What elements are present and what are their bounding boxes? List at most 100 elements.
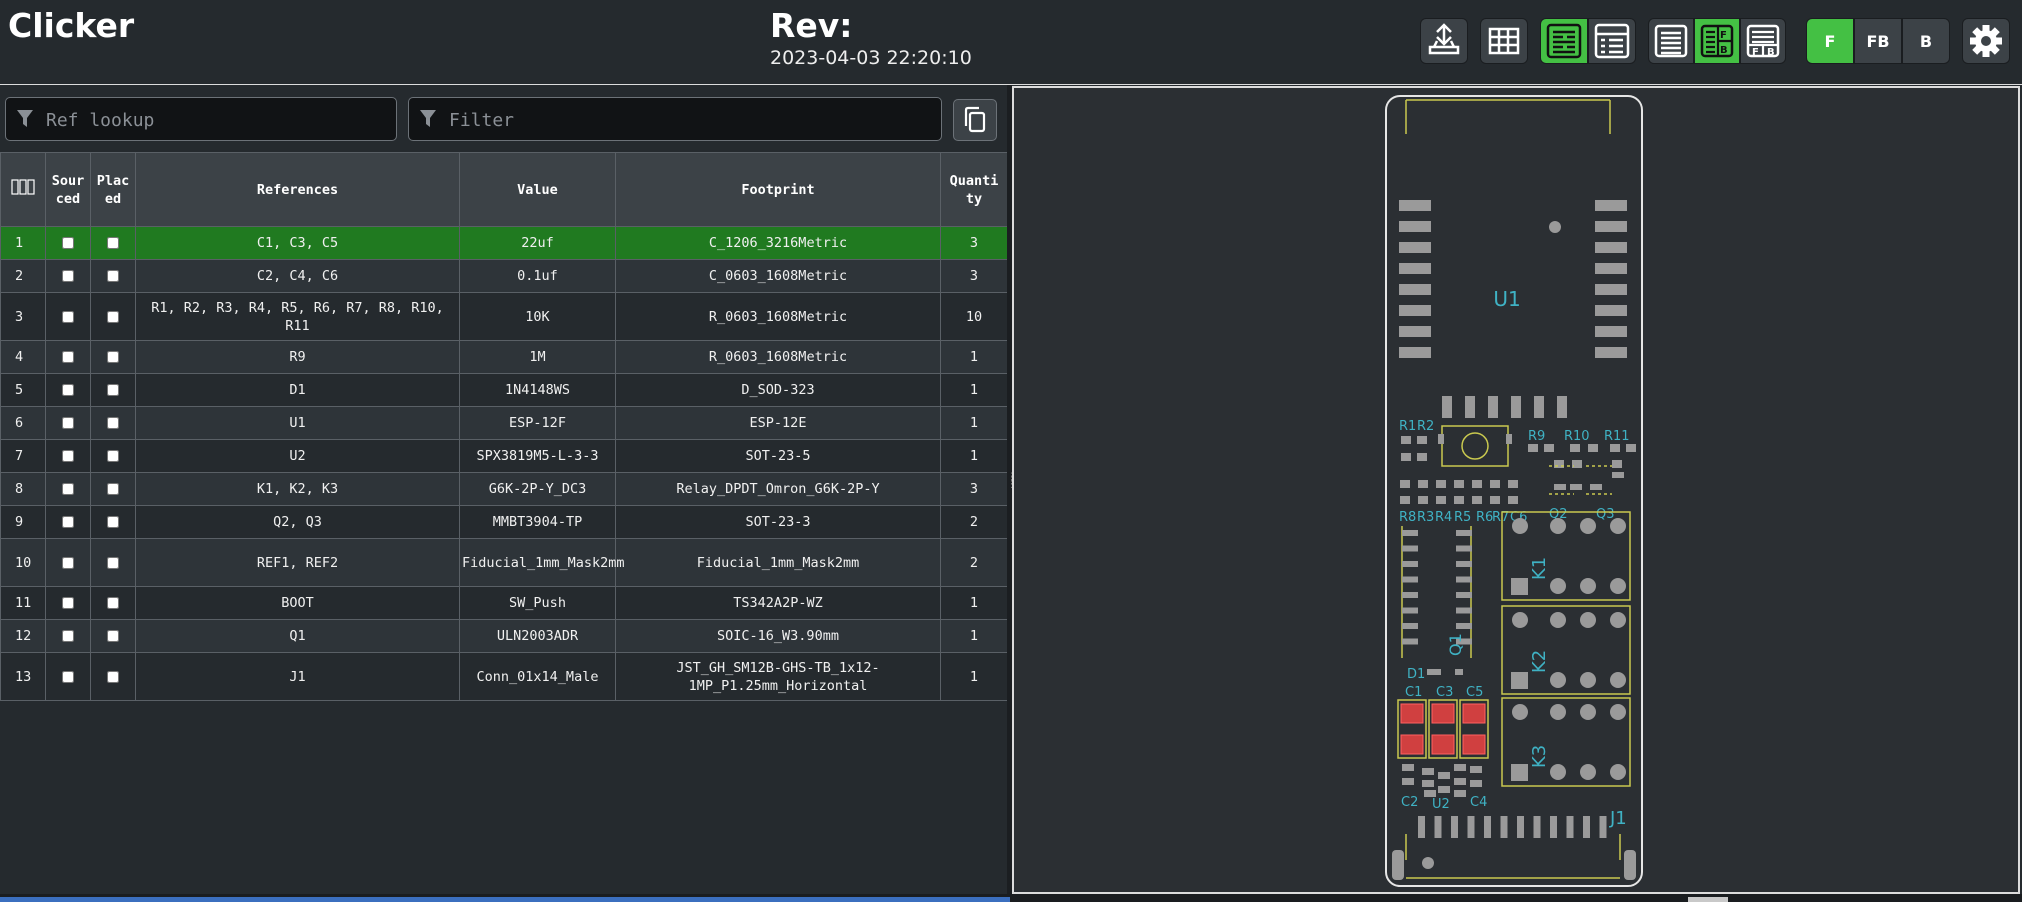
svg-text:B: B — [1767, 47, 1775, 58]
placed-checkbox[interactable] — [107, 630, 119, 642]
bom-left-right-button[interactable] — [1540, 18, 1588, 64]
placed-checkbox[interactable] — [107, 310, 119, 323]
col-placed[interactable]: Plac ed — [90, 152, 136, 227]
placed-checkbox[interactable] — [107, 384, 119, 396]
col-sourced[interactable]: Sour ced — [45, 152, 91, 227]
bom-row[interactable]: 9 Q2, Q3 MMBT3904-TP SOT-23-3 2 — [0, 505, 1008, 539]
u1-pad — [1534, 396, 1544, 418]
sourced-checkbox[interactable] — [62, 417, 74, 429]
q1-pad — [1402, 607, 1418, 614]
q3-pad — [1612, 472, 1624, 478]
col-footprint[interactable]: Footprint — [615, 152, 941, 227]
bom-row[interactable]: 7 U2 SPX3819M5-L-3-3 SOT-23-5 1 — [0, 439, 1008, 473]
pcb-label-u2: U2 — [1432, 797, 1450, 812]
col-value[interactable]: Value — [459, 152, 616, 227]
pcb-label-r10: R10 — [1564, 429, 1590, 444]
sourced-checkbox[interactable] — [62, 630, 74, 642]
placed-checkbox[interactable] — [107, 670, 119, 683]
bom-row[interactable]: 4 R9 1M R_0603_1608Metric 1 — [0, 340, 1008, 374]
u1-pad — [1465, 396, 1475, 418]
row-number: 8 — [0, 472, 46, 506]
sourced-checkbox[interactable] — [62, 516, 74, 528]
j1-pad — [1434, 816, 1442, 838]
pcb-canvas[interactable]: U1 R1 R2 R9 R10 R11 R8 R3 R4 R5 R6 R7 C6… — [1014, 88, 2018, 892]
placed-checkbox[interactable] — [107, 483, 119, 495]
sourced-checkbox[interactable] — [62, 237, 74, 249]
copy-icon — [964, 106, 986, 133]
bom-only-button[interactable] — [1648, 18, 1694, 64]
u1-pad — [1399, 305, 1431, 316]
bom-row[interactable]: 3 R1, R2, R3, R4, R5, R6, R7, R8, R10, R1… — [0, 292, 1008, 341]
pcb-label-r5: R5 — [1454, 510, 1471, 525]
footprint-cell: JST_GH_SM12B-GHS-TB_1x12-1MP_P1.25mm_Hor… — [615, 652, 941, 701]
r1-pad — [1401, 436, 1411, 444]
quantity-cell: 1 — [940, 652, 1008, 701]
placed-checkbox[interactable] — [107, 516, 119, 528]
row-number: 2 — [0, 259, 46, 293]
column-selector[interactable] — [0, 152, 46, 227]
filter-input[interactable] — [447, 98, 935, 142]
settings-button[interactable] — [1962, 18, 2010, 64]
placed-checkbox[interactable] — [107, 270, 119, 282]
bom-fb-split-button[interactable]: F B — [1694, 18, 1740, 64]
placed-checkbox[interactable] — [107, 237, 119, 249]
resistor-pad — [1612, 460, 1622, 468]
relay-pad — [1580, 578, 1596, 594]
placed-checkbox[interactable] — [107, 351, 119, 363]
layer-back-button[interactable]: B — [1902, 18, 1950, 64]
row-number: 12 — [0, 619, 46, 653]
placed-checkbox[interactable] — [107, 597, 119, 609]
j1-mount-pad — [1624, 850, 1636, 880]
sourced-checkbox[interactable] — [62, 450, 74, 462]
resistor-pad — [1554, 460, 1564, 468]
cap-pad-highlight — [1431, 703, 1455, 724]
ref-lookup-input[interactable] — [44, 98, 390, 142]
bom-row[interactable]: 6 U1 ESP-12F ESP-12E 1 — [0, 406, 1008, 440]
resistor-pad — [1400, 480, 1410, 488]
fb-stacked-icon: F B — [1746, 24, 1780, 58]
d1-pad — [1427, 669, 1441, 675]
bom-row[interactable]: 2 C2, C4, C6 0.1uf C_0603_1608Metric 3 — [0, 259, 1008, 293]
u1-pad — [1442, 396, 1452, 418]
pcb-label-k2: K2 — [1529, 650, 1550, 673]
footprint-cell: TS342A2P-WZ — [615, 586, 941, 620]
sourced-checkbox[interactable] — [62, 670, 74, 683]
col-quantity[interactable]: Quanti ty — [940, 152, 1008, 227]
u2-pad — [1422, 768, 1434, 775]
upload-button[interactable] — [1420, 18, 1468, 64]
gear-icon — [1970, 25, 2002, 57]
layer-both-button[interactable]: FB — [1854, 18, 1902, 64]
sourced-checkbox[interactable] — [62, 483, 74, 495]
bom-row[interactable]: 10 REF1, REF2 Fiducial_1mm_Mask2mm Fiducial… — [0, 538, 1008, 587]
footprint-cell: D_SOD-323 — [615, 373, 941, 407]
sourced-checkbox[interactable] — [62, 384, 74, 396]
placed-checkbox[interactable] — [107, 417, 119, 429]
layer-front-button[interactable]: F — [1806, 18, 1854, 64]
footprint-cell: SOT-23-5 — [615, 439, 941, 473]
resistor-pad — [1508, 496, 1518, 504]
col-references[interactable]: References — [135, 152, 460, 227]
bom-row[interactable]: 5 D1 1N4148WS D_SOD-323 1 — [0, 373, 1008, 407]
pcb-view[interactable]: U1 R1 R2 R9 R10 R11 R8 R3 R4 R5 R6 R7 C6… — [1012, 86, 2020, 894]
resistor-pad — [1544, 444, 1554, 452]
bom-row[interactable]: 12 Q1 ULN2003ADR SOIC-16_W3.90mm 1 — [0, 619, 1008, 653]
sourced-checkbox[interactable] — [62, 270, 74, 282]
sourced-checkbox[interactable] — [62, 556, 74, 569]
bom-row[interactable]: 13 J1 Conn_01x14_Male JST_GH_SM12B-GHS-TB_1… — [0, 652, 1008, 701]
cap-pad-highlight — [1462, 734, 1486, 755]
bom-header-row: Sour ced Plac ed References Value Footpr… — [0, 152, 1008, 227]
fullscreen-button[interactable] — [1480, 18, 1528, 64]
bom-row[interactable]: 1 C1, C3, C5 22uf C_1206_3216Metric 3 — [0, 226, 1008, 260]
placed-checkbox[interactable] — [107, 450, 119, 462]
u2-pad — [1402, 778, 1414, 785]
sourced-checkbox[interactable] — [62, 597, 74, 609]
bom-fb-stacked-button[interactable]: F B — [1740, 18, 1786, 64]
bom-top-bottom-button[interactable] — [1588, 18, 1636, 64]
sourced-checkbox[interactable] — [62, 310, 74, 323]
value-cell: 1M — [459, 340, 616, 374]
copy-bom-button[interactable] — [953, 99, 997, 141]
placed-checkbox[interactable] — [107, 556, 119, 569]
bom-row[interactable]: 11 BOOT SW_Push TS342A2P-WZ 1 — [0, 586, 1008, 620]
sourced-checkbox[interactable] — [62, 351, 74, 363]
bom-row[interactable]: 8 K1, K2, K3 G6K-2P-Y_DC3 Relay_DPDT_Omron_… — [0, 472, 1008, 506]
